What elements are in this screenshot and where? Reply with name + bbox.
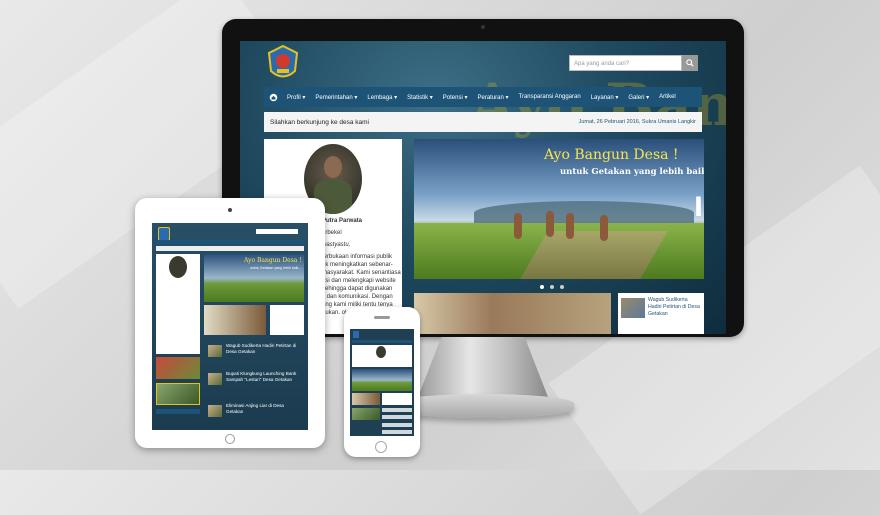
nav-item-statistik[interactable]: Statistik ▾ — [402, 94, 438, 101]
main-navbar: Profil ▾ Pemerintahan ▾ Lembaga ▾ Statis… — [264, 87, 702, 107]
tablet-slider-subtitle: untuk Getakan yang lebih baik... — [250, 266, 302, 270]
tablet-sidebar-bar — [156, 409, 200, 414]
tablet-gallery-image[interactable] — [156, 383, 200, 405]
monitor-stand — [418, 337, 548, 397]
nav-item-lembaga[interactable]: Lembaga ▾ — [362, 94, 402, 101]
tablet-logo — [158, 227, 170, 241]
phone-logo — [353, 331, 359, 338]
welcome-text: Silahkan berkunjung ke desa kami — [270, 118, 370, 126]
phone-avatar — [376, 346, 386, 358]
nav-item-galeri[interactable]: Galeri ▾ — [623, 94, 654, 101]
slider-title: Ayo Bangun Desa ! — [544, 147, 679, 163]
nav-item-layanan[interactable]: Layanan ▾ — [586, 94, 624, 101]
profile-name: Putra Parwata — [322, 218, 363, 224]
camera — [481, 25, 485, 29]
village-logo[interactable] — [267, 45, 299, 83]
tablet-welcome — [156, 246, 304, 251]
phone-list-item[interactable] — [382, 423, 412, 427]
profile-line: k dan komunikasi. Dengan — [322, 294, 393, 300]
phone-navbar — [352, 340, 412, 343]
profile-line: masyarakat. Kami senantiasa — [322, 270, 401, 276]
home-button[interactable] — [264, 87, 282, 107]
tablet-search[interactable] — [256, 229, 298, 234]
phone-list-item[interactable] — [382, 408, 412, 412]
welcome-bar: Silahkan berkunjung ke desa kami Jumat, … — [264, 112, 702, 132]
slider-dot[interactable] — [550, 285, 554, 289]
news-card[interactable]: Wagub Sudikerta Hadiri Petirtan di Desa … — [618, 293, 704, 334]
tablet-news-thumbnail — [208, 405, 222, 417]
tablet-navbar — [156, 240, 304, 244]
camera — [228, 208, 232, 212]
slider-dot[interactable] — [540, 285, 544, 289]
phone-news-image[interactable] — [352, 393, 380, 405]
home-button[interactable] — [225, 434, 235, 444]
phone-screen — [350, 329, 414, 436]
news-thumbnail — [621, 298, 645, 318]
search-input[interactable]: Apa yang anda cari? — [569, 55, 682, 71]
tablet-device: Ayo Bangun Desa ! untuk Getakan yang leb… — [135, 198, 325, 448]
profile-line: sehingga dapat digunakan — [322, 286, 393, 292]
tablet-gallery-image[interactable] — [156, 357, 200, 379]
tablet-screen: Ayo Bangun Desa ! untuk Getakan yang leb… — [152, 223, 308, 430]
nav-item-profil[interactable]: Profil ▾ — [282, 94, 310, 101]
tablet-news-title[interactable]: Bupati Klungkung Launching Bank Sampah "… — [226, 371, 302, 382]
home-button[interactable] — [375, 441, 387, 453]
search-icon — [686, 59, 694, 67]
news-title: Wagub Sudikerta Hadiri Petirtan di Desa … — [648, 297, 700, 317]
phone-device — [344, 307, 420, 457]
phone-news-card[interactable] — [382, 393, 412, 405]
profile-line: asi dan melengkapi website — [322, 278, 396, 284]
nav-item-pemerintahan[interactable]: Pemerintahan ▾ — [310, 94, 362, 101]
news-image[interactable] — [414, 293, 611, 334]
tablet-news-thumbnail — [208, 345, 222, 357]
slider-subtitle: untuk Getakan yang lebih baik... — [560, 167, 704, 177]
date-text: Jumat, 26 Pebruari 2016, Sukra Umanis La… — [578, 119, 696, 125]
tablet-news-card[interactable] — [270, 305, 304, 335]
profile-greeting: wastyastu, — [322, 242, 351, 248]
tablet-slider-title: Ayo Bangun Desa ! — [244, 257, 302, 264]
phone-speaker — [374, 316, 390, 319]
phone-slider[interactable] — [352, 369, 412, 391]
tablet-avatar — [169, 256, 187, 278]
phone-gallery-image[interactable] — [352, 408, 380, 420]
slider-dot[interactable] — [560, 285, 564, 289]
nav-item-peraturan[interactable]: Peraturan ▾ — [473, 94, 514, 101]
phone-list-item[interactable] — [382, 415, 412, 419]
tablet-news-thumbnail — [208, 373, 222, 385]
search-button[interactable] — [682, 55, 698, 71]
tablet-news-title[interactable]: Wagub Sudikerta Hadiri Petirtan di Desa … — [226, 343, 302, 354]
profile-line: uk meningkatkan sebenar- — [322, 262, 393, 268]
tablet-news-title[interactable]: Eliminasi Anjing Liar di Desa Getakan — [226, 403, 302, 414]
profile-line: terbukaan informasi publik — [322, 254, 393, 260]
hero-slider[interactable]: Ayo Bangun Desa ! untuk Getakan yang leb… — [414, 139, 704, 279]
nav-item-transparansi[interactable]: Transparansi Anggaran — [514, 94, 586, 100]
slider-dots — [540, 285, 564, 289]
nav-item-artikel[interactable]: Artikel — [654, 94, 681, 100]
home-icon — [269, 93, 277, 101]
tablet-slider[interactable]: Ayo Bangun Desa ! untuk Getakan yang leb… — [204, 254, 304, 302]
nav-item-potensi[interactable]: Potensi ▾ — [438, 94, 473, 101]
tablet-news-image[interactable] — [204, 305, 266, 335]
slider-fragment: le — [694, 193, 704, 223]
phone-list-item[interactable] — [382, 430, 412, 434]
